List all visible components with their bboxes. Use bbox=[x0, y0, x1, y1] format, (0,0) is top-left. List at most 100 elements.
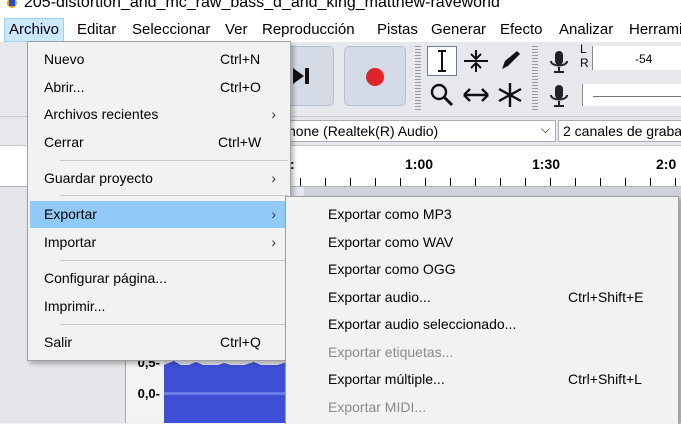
menu-item-exportar-midi: Exportar MIDI... bbox=[288, 394, 676, 420]
menu-analizar[interactable]: Analizar bbox=[559, 21, 613, 38]
title-bar: 205-distortion_and_mc_raw_bass_d_and_kin… bbox=[0, 0, 681, 14]
submenu-arrow-icon: › bbox=[271, 170, 276, 186]
menu-item-exportar[interactable]: Exportar › bbox=[30, 201, 288, 228]
menu-seleccionar[interactable]: Seleccionar bbox=[132, 21, 210, 38]
meter-left-label: L bbox=[580, 42, 587, 56]
menu-pistas[interactable]: Pistas bbox=[377, 21, 418, 38]
exportar-submenu: Exportar como MP3 Exportar como WAV Expo… bbox=[285, 196, 679, 424]
envelope-tool[interactable] bbox=[461, 46, 491, 76]
record-button[interactable] bbox=[344, 46, 406, 106]
menu-ver[interactable]: Ver bbox=[225, 21, 248, 38]
menu-item-cerrar[interactable]: Cerrar Ctrl+W bbox=[30, 129, 288, 155]
menu-item-label: Exportar bbox=[44, 206, 97, 222]
time-shift-tool[interactable] bbox=[461, 80, 491, 110]
ruler-minor-ticks bbox=[300, 178, 681, 186]
menu-item-label: Abrir... bbox=[44, 79, 85, 95]
menu-item-label: Exportar como OGG bbox=[328, 261, 456, 277]
menu-item-label: Configurar página... bbox=[44, 270, 167, 286]
menu-separator bbox=[60, 324, 288, 325]
chevron-down-icon: ⌵ bbox=[540, 122, 550, 136]
envelope-icon bbox=[464, 50, 488, 72]
menu-item-label: Nuevo bbox=[44, 51, 85, 67]
menu-editar[interactable]: Editar bbox=[77, 21, 116, 38]
menu-bar: Archivo Editar Seleccionar Ver Reproducc… bbox=[0, 14, 681, 42]
submenu-arrow-icon: › bbox=[271, 234, 276, 250]
menu-separator bbox=[60, 160, 288, 161]
zoom-tool[interactable] bbox=[427, 80, 457, 110]
menu-item-label: Importar bbox=[44, 234, 97, 250]
record-meter[interactable]: -54 bbox=[592, 46, 681, 70]
menu-herramientas[interactable]: Herrami bbox=[629, 21, 681, 38]
menu-item-label: Archivos recientes bbox=[44, 106, 159, 122]
menu-item-shortcut: Ctrl+Shift+L bbox=[568, 371, 642, 387]
toolbar-grip-2[interactable] bbox=[532, 46, 538, 110]
microphone-icon[interactable] bbox=[548, 50, 570, 74]
recording-channels-value: 2 canales de graba bbox=[563, 123, 681, 139]
recording-device-select[interactable]: hone (Realtek(R) Audio) ⌵ bbox=[283, 120, 556, 142]
menu-item-label: Exportar audio... bbox=[328, 289, 431, 305]
skip-end-icon bbox=[293, 68, 309, 84]
asterisk-icon bbox=[498, 83, 522, 107]
menu-reproduccion[interactable]: Reproducción bbox=[262, 21, 355, 38]
menu-separator bbox=[60, 260, 288, 261]
playback-meter[interactable] bbox=[582, 84, 681, 106]
i-beam-icon bbox=[438, 50, 446, 72]
double-arrow-icon bbox=[463, 88, 489, 102]
meter-right-label: R bbox=[580, 56, 589, 70]
menu-item-imprimir[interactable]: Imprimir... bbox=[30, 293, 288, 319]
menu-item-abrir[interactable]: Abrir... Ctrl+O bbox=[30, 74, 288, 100]
menu-item-shortcut: Ctrl+Q bbox=[220, 334, 261, 350]
menu-item-importar[interactable]: Importar › bbox=[30, 229, 288, 255]
menu-item-exportar-mp3[interactable]: Exportar como MP3 bbox=[288, 201, 676, 227]
menu-item-configurar-pagina[interactable]: Configurar página... bbox=[30, 265, 288, 291]
menu-separator bbox=[60, 195, 288, 196]
menu-item-label: Exportar como MP3 bbox=[328, 206, 452, 222]
menu-item-shortcut: Ctrl+O bbox=[220, 79, 261, 95]
menu-item-nuevo[interactable]: Nuevo Ctrl+N bbox=[30, 46, 288, 72]
window-title: 205-distortion_and_mc_raw_bass_d_and_kin… bbox=[24, 0, 500, 11]
scale-label-0-0: 0,0- bbox=[137, 386, 160, 401]
menu-item-label: Cerrar bbox=[44, 134, 84, 150]
menu-item-label: Exportar múltiple... bbox=[328, 371, 445, 387]
menu-item-guardar-proyecto[interactable]: Guardar proyecto › bbox=[30, 165, 288, 191]
meter-value-label: -54 bbox=[635, 52, 653, 66]
menu-item-archivos-recientes[interactable]: Archivos recientes › bbox=[30, 101, 288, 127]
archivo-menu: Nuevo Ctrl+N Abrir... Ctrl+O Archivos re… bbox=[27, 41, 291, 361]
menu-item-shortcut: Ctrl+W bbox=[218, 134, 262, 150]
playback-meter-icon[interactable] bbox=[548, 84, 570, 108]
menu-item-label: Salir bbox=[44, 334, 73, 350]
submenu-arrow-icon: › bbox=[271, 106, 276, 122]
menu-archivo[interactable]: Archivo bbox=[4, 18, 65, 42]
menu-item-exportar-etiquetas: Exportar etiquetas... bbox=[288, 339, 676, 365]
menu-generar[interactable]: Generar bbox=[431, 21, 486, 38]
menu-item-label: Guardar proyecto bbox=[44, 170, 153, 186]
ruler-tick-1-30: 1:30 bbox=[532, 156, 561, 172]
ruler-tick-1-00: 1:00 bbox=[405, 156, 434, 172]
submenu-arrow-icon: › bbox=[271, 206, 276, 222]
record-icon bbox=[366, 68, 384, 86]
menu-item-shortcut: Ctrl+N bbox=[220, 51, 261, 67]
pencil-icon bbox=[502, 51, 520, 69]
menu-item-label: Exportar audio seleccionado... bbox=[328, 316, 517, 332]
recording-channels-select[interactable]: 2 canales de graba bbox=[558, 120, 681, 142]
magnifier-icon bbox=[430, 83, 454, 107]
menu-item-exportar-wav[interactable]: Exportar como WAV bbox=[288, 229, 676, 255]
recording-device-value: hone (Realtek(R) Audio) bbox=[288, 123, 439, 139]
menu-item-salir[interactable]: Salir Ctrl+Q bbox=[30, 329, 288, 355]
audacity-app-icon bbox=[7, 0, 17, 8]
menu-item-exportar-ogg[interactable]: Exportar como OGG bbox=[288, 256, 676, 282]
menu-item-exportar-audio-seleccionado[interactable]: Exportar audio seleccionado... bbox=[288, 311, 676, 337]
menu-item-label: Exportar MIDI... bbox=[328, 399, 427, 415]
menu-item-label: Exportar etiquetas... bbox=[328, 344, 454, 360]
ruler-tick-2-00: 2:0 bbox=[656, 156, 677, 172]
draw-tool[interactable] bbox=[495, 46, 525, 76]
menu-efecto[interactable]: Efecto bbox=[500, 21, 543, 38]
multi-tool[interactable] bbox=[495, 80, 525, 110]
toolbar-grip[interactable] bbox=[415, 46, 421, 110]
menu-item-label: Imprimir... bbox=[44, 298, 106, 314]
selection-tool[interactable] bbox=[427, 46, 457, 76]
menu-item-exportar-multiple[interactable]: Exportar múltiple... Ctrl+Shift+L bbox=[288, 366, 676, 392]
menu-item-label: Exportar como WAV bbox=[328, 234, 454, 250]
menu-item-exportar-audio[interactable]: Exportar audio... Ctrl+Shift+E bbox=[288, 284, 676, 310]
menu-item-shortcut: Ctrl+Shift+E bbox=[568, 289, 644, 305]
